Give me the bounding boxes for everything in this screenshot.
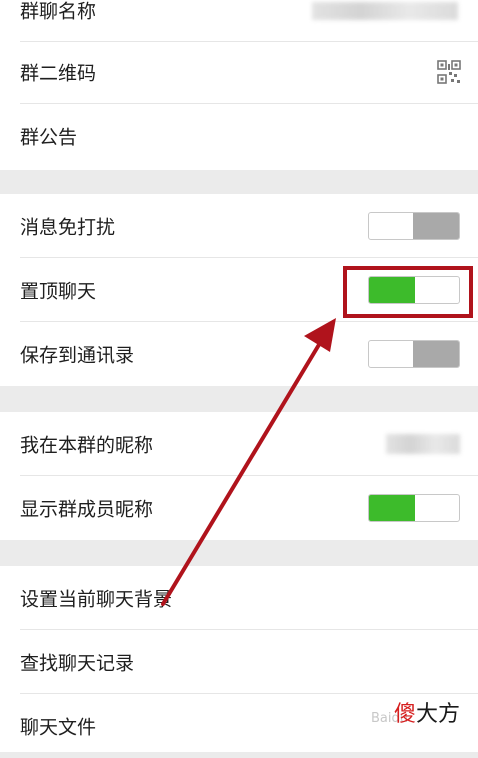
toggle-knob [369, 495, 415, 521]
row-my-nickname[interactable]: 我在本群的昵称 [0, 412, 478, 476]
highlight-box [343, 266, 473, 318]
my-nickname-label: 我在本群的昵称 [20, 434, 154, 457]
my-nickname-value-blurred [386, 434, 460, 454]
row-chat-background[interactable]: 设置当前聊天背景 [0, 566, 478, 630]
settings-group-nickname: 我在本群的昵称 显示群成员昵称 [0, 412, 478, 540]
watermark: 傻大方 [394, 696, 460, 728]
save-contacts-toggle[interactable] [368, 340, 460, 368]
watermark-char: 傻 [393, 702, 416, 727]
qr-code-icon [437, 60, 461, 84]
row-mute: 消息免打扰 [0, 194, 478, 258]
chat-background-label: 设置当前聊天背景 [20, 588, 173, 611]
group-name-label: 群聊名称 [20, 0, 97, 23]
row-group-notice[interactable]: 群公告 [0, 104, 478, 168]
row-show-nicknames: 显示群成员昵称 [0, 476, 478, 540]
group-name-value-blurred [312, 2, 458, 20]
group-chat-settings: 群聊名称 群二维码 群公告 消息免打扰 置顶聊天 保存到通讯录 我在本群的昵称 … [0, 0, 478, 752]
mute-toggle[interactable] [368, 212, 460, 240]
row-search-history[interactable]: 查找聊天记录 [0, 630, 478, 694]
mute-label: 消息免打扰 [20, 216, 116, 239]
toggle-knob [413, 341, 459, 367]
show-nicknames-toggle[interactable] [368, 494, 460, 522]
search-history-label: 查找聊天记录 [20, 652, 135, 675]
group-qr-label: 群二维码 [20, 62, 97, 85]
toggle-knob [413, 213, 459, 239]
group-notice-label: 群公告 [20, 126, 78, 149]
watermark-rest: 大方 [415, 702, 460, 727]
row-group-name[interactable]: 群聊名称 [0, 0, 478, 42]
save-contacts-label: 保存到通讯录 [20, 344, 135, 367]
chat-files-label: 聊天文件 [20, 716, 97, 739]
settings-group-info: 群聊名称 群二维码 群公告 [0, 0, 478, 170]
show-nicknames-label: 显示群成员昵称 [20, 498, 154, 521]
row-save-contacts: 保存到通讯录 [0, 322, 478, 386]
pin-chat-label: 置顶聊天 [20, 280, 97, 303]
row-group-qr[interactable]: 群二维码 [0, 40, 478, 104]
